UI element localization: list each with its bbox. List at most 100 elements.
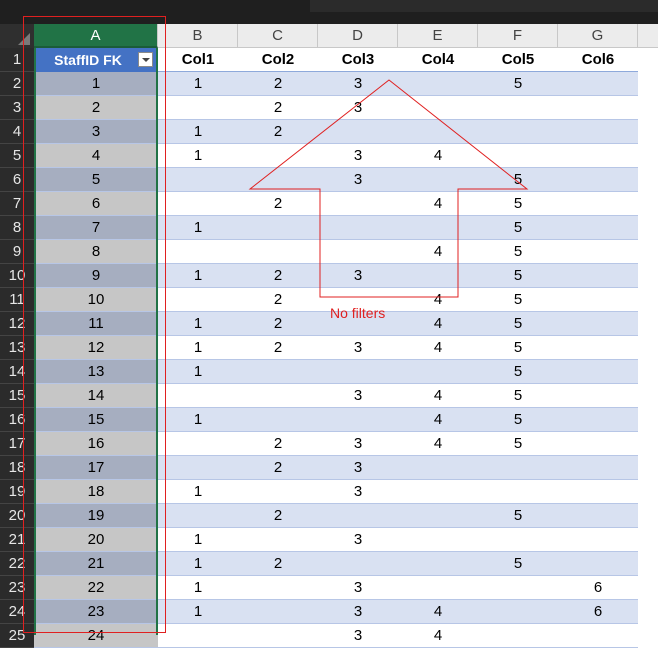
header-cell-col3[interactable]: Col3 <box>318 48 398 72</box>
cell-col6[interactable] <box>558 216 638 240</box>
cell-col2[interactable]: 2 <box>238 288 318 312</box>
staffid-cell[interactable]: 2 <box>34 96 158 119</box>
cell-col6[interactable] <box>558 528 638 552</box>
staffid-cell[interactable]: 23 <box>34 600 158 623</box>
cell-col4[interactable] <box>398 72 478 96</box>
cell-col4[interactable] <box>398 456 478 480</box>
staffid-cell[interactable]: 20 <box>34 528 158 551</box>
cell-col2[interactable]: 2 <box>238 72 318 96</box>
row-header[interactable]: 2 <box>0 72 34 96</box>
cell-col3[interactable] <box>318 504 398 528</box>
cell-col5[interactable]: 5 <box>478 168 558 192</box>
column-header-f[interactable]: F <box>478 24 558 48</box>
cell-col5[interactable]: 5 <box>478 264 558 288</box>
cell-col3[interactable]: 3 <box>318 456 398 480</box>
cell-col4[interactable] <box>398 504 478 528</box>
cell-col3[interactable]: 3 <box>318 480 398 504</box>
row-header[interactable]: 13 <box>0 336 34 360</box>
staffid-cell[interactable]: 8 <box>34 240 158 263</box>
cell-col4[interactable]: 4 <box>398 624 478 648</box>
column-header-b[interactable]: B <box>158 24 238 48</box>
column-header-d[interactable]: D <box>318 24 398 48</box>
cell-col5[interactable] <box>478 480 558 504</box>
cell-col3[interactable]: 3 <box>318 624 398 648</box>
cell-col2[interactable] <box>238 360 318 384</box>
cell-col5[interactable]: 5 <box>478 504 558 528</box>
cell-col4[interactable]: 4 <box>398 288 478 312</box>
cell-col1[interactable]: 1 <box>158 72 238 96</box>
cell-col5[interactable] <box>478 96 558 120</box>
row-header[interactable]: 24 <box>0 600 34 624</box>
cell-col5[interactable]: 5 <box>478 360 558 384</box>
staffid-cell[interactable]: 12 <box>34 336 158 359</box>
cell-col3[interactable]: 3 <box>318 144 398 168</box>
cell-col3[interactable]: 3 <box>318 72 398 96</box>
column-header-g[interactable]: G <box>558 24 638 48</box>
cell-col1[interactable]: 1 <box>158 360 238 384</box>
cell-col1[interactable] <box>158 192 238 216</box>
cell-col6[interactable] <box>558 312 638 336</box>
staffid-cell[interactable]: 3 <box>34 120 158 143</box>
column-header-c[interactable]: C <box>238 24 318 48</box>
cell-col1[interactable]: 1 <box>158 120 238 144</box>
cell-col1[interactable]: 1 <box>158 576 238 600</box>
cell-col3[interactable]: 3 <box>318 432 398 456</box>
cell-col2[interactable]: 2 <box>238 336 318 360</box>
row-header[interactable]: 20 <box>0 504 34 528</box>
row-header[interactable]: 19 <box>0 480 34 504</box>
cell-col6[interactable] <box>558 624 638 648</box>
row-header[interactable]: 18 <box>0 456 34 480</box>
cell-col4[interactable] <box>398 120 478 144</box>
staffid-cell[interactable]: 1 <box>34 72 158 95</box>
row-header[interactable]: 4 <box>0 120 34 144</box>
cell-col6[interactable] <box>558 168 638 192</box>
cell-col4[interactable]: 4 <box>398 192 478 216</box>
cell-col1[interactable]: 1 <box>158 336 238 360</box>
column-header-e[interactable]: E <box>398 24 478 48</box>
staffid-cell[interactable]: 16 <box>34 432 158 455</box>
staffid-cell[interactable]: 14 <box>34 384 158 407</box>
cell-col1[interactable]: 1 <box>158 480 238 504</box>
cell-col6[interactable] <box>558 480 638 504</box>
cell-col6[interactable] <box>558 96 638 120</box>
cell-col4[interactable] <box>398 528 478 552</box>
row-header[interactable]: 1 <box>0 48 34 72</box>
header-cell-col1[interactable]: Col1 <box>158 48 238 72</box>
cell-col2[interactable]: 2 <box>238 432 318 456</box>
row-header[interactable]: 10 <box>0 264 34 288</box>
staffid-cell[interactable]: 17 <box>34 456 158 479</box>
cell-col1[interactable] <box>158 504 238 528</box>
cell-col6[interactable] <box>558 264 638 288</box>
staffid-cell[interactable]: 19 <box>34 504 158 527</box>
cell-col1[interactable] <box>158 624 238 648</box>
header-cell-staffid[interactable]: StaffID FK <box>34 48 158 72</box>
cell-col5[interactable]: 5 <box>478 312 558 336</box>
row-header[interactable]: 6 <box>0 168 34 192</box>
cell-col3[interactable] <box>318 192 398 216</box>
cell-col1[interactable] <box>158 432 238 456</box>
cell-col4[interactable]: 4 <box>398 432 478 456</box>
cell-col3[interactable]: 3 <box>318 168 398 192</box>
header-cell-col6[interactable]: Col6 <box>558 48 638 72</box>
row-header[interactable]: 23 <box>0 576 34 600</box>
cell-col3[interactable]: 3 <box>318 384 398 408</box>
cell-col2[interactable]: 2 <box>238 312 318 336</box>
cell-col3[interactable]: 3 <box>318 528 398 552</box>
cell-col1[interactable] <box>158 168 238 192</box>
cell-col3[interactable] <box>318 120 398 144</box>
cell-col2[interactable]: 2 <box>238 456 318 480</box>
cell-col3[interactable]: 3 <box>318 264 398 288</box>
cell-col3[interactable]: 3 <box>318 576 398 600</box>
cell-col2[interactable] <box>238 624 318 648</box>
cell-col1[interactable]: 1 <box>158 144 238 168</box>
staffid-cell[interactable]: 4 <box>34 144 158 167</box>
cell-col1[interactable]: 1 <box>158 408 238 432</box>
cell-col2[interactable] <box>238 576 318 600</box>
cell-col5[interactable] <box>478 576 558 600</box>
cell-col1[interactable] <box>158 240 238 264</box>
cell-col6[interactable] <box>558 456 638 480</box>
cell-col3[interactable] <box>318 360 398 384</box>
cell-col4[interactable] <box>398 552 478 576</box>
cell-col4[interactable]: 4 <box>398 240 478 264</box>
cell-col4[interactable]: 4 <box>398 408 478 432</box>
